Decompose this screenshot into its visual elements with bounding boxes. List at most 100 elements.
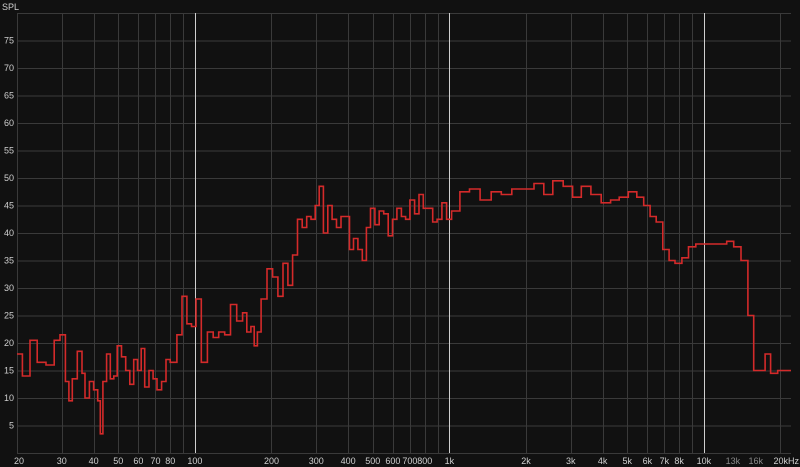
y-tick-label: 15 bbox=[4, 366, 14, 376]
series-point bbox=[590, 194, 592, 196]
series-point bbox=[186, 323, 188, 325]
series-point bbox=[331, 219, 333, 221]
series-point bbox=[378, 210, 380, 212]
series-point bbox=[353, 238, 355, 240]
y-tick-label: 20 bbox=[4, 338, 14, 348]
series-point bbox=[68, 400, 70, 402]
series-point bbox=[733, 246, 735, 248]
series-point bbox=[349, 249, 351, 251]
series-point bbox=[336, 227, 338, 229]
series-point bbox=[242, 312, 244, 314]
series-point bbox=[340, 216, 342, 218]
series-point bbox=[695, 243, 697, 245]
spl-frequency-chart: 5 10 15 20 25 30 35 40 45 50 55 60 65 70 75 20 30 40 50 60 7… bbox=[0, 0, 800, 467]
x-tick-label: 60 bbox=[133, 456, 143, 466]
series-point bbox=[643, 205, 645, 207]
x-tick-label: 600 bbox=[385, 456, 400, 466]
x-tick-label: 30 bbox=[57, 456, 67, 466]
series-point bbox=[36, 362, 38, 364]
series-point bbox=[287, 285, 289, 287]
y-tick-label: 5 bbox=[9, 421, 14, 431]
series-point bbox=[618, 196, 620, 198]
series-point bbox=[282, 263, 284, 265]
series-point bbox=[246, 331, 248, 333]
y-tick-label: 70 bbox=[4, 63, 14, 73]
series-point bbox=[195, 298, 197, 300]
x-tick-label: 20 bbox=[14, 456, 24, 466]
series-point bbox=[65, 381, 67, 383]
series-point bbox=[688, 246, 690, 248]
series-point bbox=[753, 370, 755, 372]
series-point bbox=[600, 202, 602, 204]
series-point bbox=[218, 331, 220, 333]
series-point bbox=[759, 370, 761, 372]
series-point bbox=[446, 219, 448, 221]
x-tick-label: 70 bbox=[150, 456, 160, 466]
x-tick-label: 8k bbox=[674, 456, 684, 466]
series-point bbox=[479, 199, 481, 201]
series-point bbox=[383, 213, 385, 215]
y-tick-label: 45 bbox=[4, 201, 14, 211]
series-point bbox=[45, 364, 47, 366]
series-point bbox=[674, 263, 676, 265]
x-tick-label: 1k bbox=[445, 456, 455, 466]
series-point bbox=[370, 208, 372, 210]
series-point bbox=[277, 296, 279, 298]
series-point bbox=[543, 194, 545, 196]
x-tick-label: 5k bbox=[622, 456, 632, 466]
series-point bbox=[212, 337, 214, 339]
series-point bbox=[53, 340, 55, 342]
y-tick-label: 35 bbox=[4, 256, 14, 266]
series-point bbox=[451, 210, 453, 212]
x-tick-label: 80 bbox=[165, 456, 175, 466]
series-point bbox=[16, 353, 18, 355]
series-point bbox=[392, 219, 394, 221]
x-tick-label: 40 bbox=[89, 456, 99, 466]
series-point bbox=[552, 180, 554, 182]
series-point bbox=[318, 186, 320, 188]
series-point bbox=[764, 353, 766, 355]
series-point bbox=[668, 260, 670, 262]
series-point bbox=[102, 381, 104, 383]
y-tick-label: 25 bbox=[4, 311, 14, 321]
series-point bbox=[703, 243, 705, 245]
series-point bbox=[533, 183, 535, 185]
x-tick-label: 10k bbox=[697, 456, 712, 466]
series-point bbox=[116, 345, 118, 347]
series-point bbox=[89, 381, 91, 383]
series-point bbox=[681, 257, 683, 259]
series-point bbox=[148, 370, 150, 372]
x-tick-label: 3k bbox=[566, 456, 576, 466]
series-point bbox=[711, 243, 713, 245]
y-tick-label: 65 bbox=[4, 91, 14, 101]
series-point bbox=[176, 334, 178, 336]
series-point bbox=[628, 191, 630, 193]
series-point bbox=[292, 254, 294, 256]
x-tick-label: 500 bbox=[365, 456, 380, 466]
series-point bbox=[409, 199, 411, 201]
series-point bbox=[740, 260, 742, 262]
series-point bbox=[357, 249, 359, 251]
series-point bbox=[72, 378, 74, 380]
series-point bbox=[490, 191, 492, 193]
series-point bbox=[100, 433, 102, 435]
series-point bbox=[374, 224, 376, 226]
series-point bbox=[310, 219, 312, 221]
x-tick-label: 700 bbox=[402, 456, 417, 466]
series-point bbox=[414, 213, 416, 215]
series-point bbox=[432, 221, 434, 223]
series-point bbox=[140, 348, 142, 350]
series-point bbox=[747, 315, 749, 317]
series-point bbox=[224, 334, 226, 336]
series-point bbox=[441, 202, 443, 204]
series-point bbox=[165, 359, 167, 361]
y-tick-label: 60 bbox=[4, 118, 14, 128]
y-tick-label: 50 bbox=[4, 173, 14, 183]
series-point bbox=[77, 351, 79, 353]
series-point bbox=[169, 362, 171, 364]
series-point bbox=[297, 219, 299, 221]
series-point bbox=[459, 191, 461, 193]
series-point bbox=[469, 188, 471, 190]
series-point bbox=[301, 227, 303, 229]
series-point bbox=[636, 196, 638, 198]
